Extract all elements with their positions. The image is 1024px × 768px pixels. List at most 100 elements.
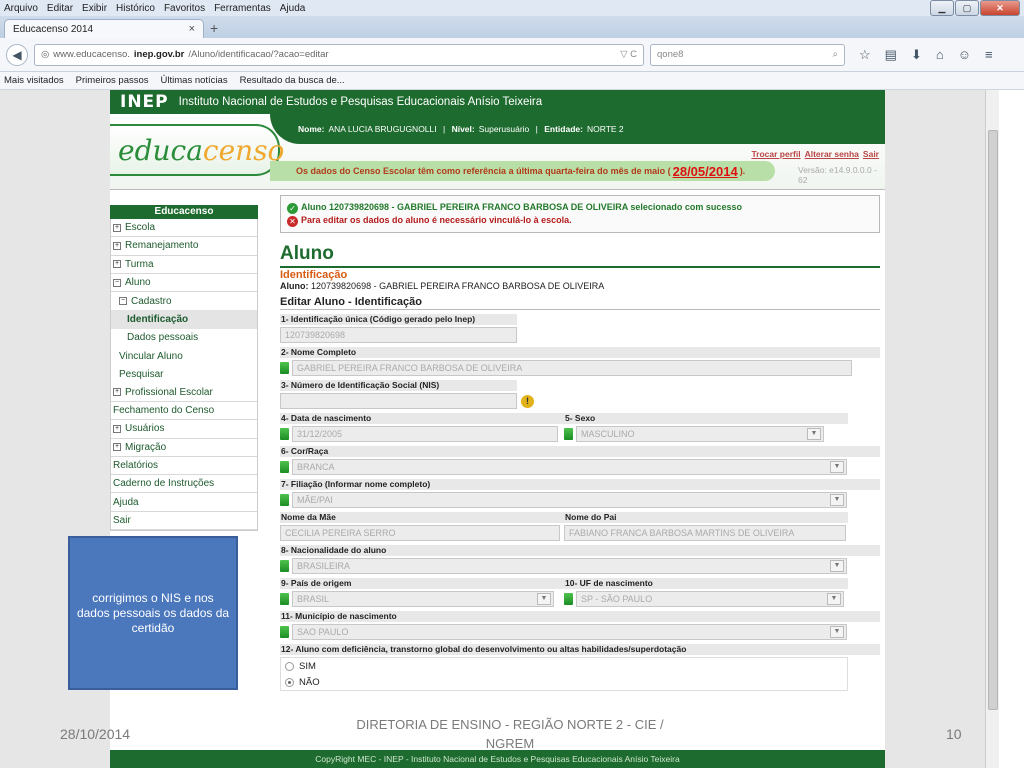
chevron-down-icon[interactable]: ▼: [807, 428, 821, 440]
url-bar[interactable]: ◎ www.educacenso. inep.gov.br/Aluno/ident…: [34, 43, 644, 66]
sidebar-item[interactable]: + Migração: [111, 438, 257, 457]
expand-icon[interactable]: +: [113, 443, 121, 452]
warning-icon[interactable]: !: [521, 394, 534, 408]
scrollbar-thumb[interactable]: [988, 130, 998, 710]
page-scrollbar[interactable]: [985, 90, 999, 768]
sidebar-item[interactable]: + Escola: [111, 219, 257, 238]
filiacao-select[interactable]: MÃE/PAI ▼: [292, 492, 847, 508]
chevron-down-icon[interactable]: ▼: [830, 494, 844, 506]
bookmark-ultimas-noticias[interactable]: Últimas notícias: [161, 75, 228, 86]
bookmark-mais-visitados[interactable]: Mais visitados: [4, 75, 64, 86]
new-tab-icon[interactable]: +: [210, 19, 218, 38]
radio-sim-circle[interactable]: [285, 661, 294, 671]
close-tab-icon[interactable]: ×: [189, 23, 195, 35]
field-6: 6- Cor/Raça BRANCA ▼: [280, 446, 880, 475]
sidebar-item[interactable]: Fechamento do Censo: [111, 401, 257, 421]
search-input[interactable]: qone8 ⌕: [650, 43, 845, 66]
url-domain: inep.gov.br: [133, 49, 185, 60]
collapse-icon[interactable]: −: [119, 297, 127, 306]
collapse-icon[interactable]: −: [113, 278, 121, 287]
nacionalidade-select[interactable]: BRASILEIRA ▼: [292, 558, 847, 574]
menu-ferramentas[interactable]: Ferramentas: [214, 3, 271, 14]
menu-historico[interactable]: Histórico: [116, 3, 155, 14]
header-links: Trocar perfil Alterar senha Sair: [751, 149, 879, 159]
sidebar-item[interactable]: − Cadastro: [111, 292, 257, 311]
sexo-select[interactable]: MASCULINO ▼: [576, 426, 824, 442]
nis-input[interactable]: [280, 393, 517, 409]
smiley-icon[interactable]: ☺: [958, 47, 971, 63]
chevron-down-icon[interactable]: ▼: [830, 461, 844, 473]
expand-icon[interactable]: +: [113, 223, 121, 232]
search-icon[interactable]: ⌕: [833, 49, 838, 60]
alterar-senha-link[interactable]: Alterar senha: [805, 149, 859, 159]
bookmarks-bar: Mais visitados Primeiros passos Últimas …: [0, 72, 1024, 90]
window-controls: ▁ ▢ ✕: [930, 0, 1020, 16]
sidebar-item[interactable]: Vincular Aluno: [111, 347, 257, 366]
nome-pai-input[interactable]: FABIANO FRANCA BARBOSA MARTINS DE OLIVEI…: [564, 525, 846, 541]
uf-nascimento-select[interactable]: SP - SÃO PAULO ▼: [576, 591, 844, 607]
home-icon[interactable]: ⌂: [936, 47, 944, 63]
sidebar-item[interactable]: Pesquisar: [111, 365, 257, 384]
back-button[interactable]: ◀: [6, 43, 28, 66]
municipio-select[interactable]: SAO PAULO ▼: [292, 624, 847, 640]
pais-origem-select[interactable]: BRASIL ▼: [292, 591, 554, 607]
close-window-button[interactable]: ✕: [980, 0, 1020, 16]
valid-icon: [280, 428, 289, 440]
star-icon[interactable]: ☆: [859, 47, 871, 63]
bookmark-primeiros-passos[interactable]: Primeiros passos: [76, 75, 149, 86]
nome-completo-input[interactable]: GABRIEL PEREIRA FRANCO BARBOSA DE OLIVEI…: [292, 360, 852, 376]
chevron-down-icon[interactable]: ▼: [830, 560, 844, 572]
expand-icon[interactable]: +: [113, 260, 121, 269]
main-content: ✓ Aluno 120739820698 - GABRIEL PEREIRA FR…: [280, 195, 880, 691]
notice-date: 28/05/2014: [672, 163, 738, 179]
minimize-button[interactable]: ▁: [930, 0, 954, 16]
chevron-down-icon[interactable]: ▼: [537, 593, 551, 605]
sidebar-item[interactable]: Relatórios: [111, 456, 257, 476]
data-nascimento-input[interactable]: 31/12/2005: [292, 426, 558, 442]
radio-nao-circle[interactable]: [285, 677, 294, 687]
expand-icon[interactable]: +: [113, 424, 121, 433]
browser-tab[interactable]: Educacenso 2014 ×: [4, 19, 204, 38]
bookmark-resultado-busca[interactable]: Resultado da busca de...: [240, 75, 345, 86]
sair-link[interactable]: Sair: [863, 149, 879, 159]
sidebar-title: Educacenso: [110, 205, 258, 219]
menu-icon[interactable]: ≡: [985, 47, 993, 63]
menu-favoritos[interactable]: Favoritos: [164, 3, 205, 14]
bookmarks-list-icon[interactable]: ▤: [885, 47, 897, 63]
sidebar-item[interactable]: Identificação: [111, 310, 257, 329]
section-title: Editar Aluno - Identificação: [280, 296, 880, 310]
maximize-button[interactable]: ▢: [955, 0, 979, 16]
cor-raca-select[interactable]: BRANCA ▼: [292, 459, 847, 475]
field-row-parents: Nome da Mãe CECILIA PEREIRA SERRO Nome d…: [280, 512, 880, 541]
valid-icon: [564, 428, 573, 440]
trocar-perfil-link[interactable]: Trocar perfil: [751, 149, 800, 159]
sidebar-item[interactable]: + Turma: [111, 255, 257, 274]
sidebar-item[interactable]: Ajuda: [111, 493, 257, 512]
nome-value: ANA LUCIA BRUGUGNOLLI: [328, 124, 437, 134]
nome-mae-input[interactable]: CECILIA PEREIRA SERRO: [280, 525, 560, 541]
sidebar-item[interactable]: − Aluno: [111, 273, 257, 293]
radio-nao[interactable]: NÃO: [281, 674, 847, 690]
field-3: 3- Número de Identificação Social (NIS) …: [280, 380, 880, 409]
sidebar-item[interactable]: + Remanejamento: [111, 237, 257, 256]
reload-icon[interactable]: ▽ C: [620, 49, 637, 60]
menu-exibir[interactable]: Exibir: [82, 3, 107, 14]
sidebar-item[interactable]: Caderno de Instruções: [111, 475, 257, 494]
sidebar-item[interactable]: Dados pessoais: [111, 328, 257, 348]
chevron-down-icon[interactable]: ▼: [827, 593, 841, 605]
sidebar-item-label: Fechamento do Censo: [113, 405, 215, 417]
radio-sim[interactable]: SIM: [281, 658, 847, 674]
sidebar-item[interactable]: + Usuários: [111, 420, 257, 439]
aluno-label: Aluno:: [280, 281, 309, 291]
download-icon[interactable]: ⬇: [911, 47, 922, 63]
menu-editar[interactable]: Editar: [47, 3, 73, 14]
version-text: Versão: e14.9.0.0.0 - 62: [798, 165, 877, 185]
menu-arquivo[interactable]: Arquivo: [4, 3, 38, 14]
expand-icon[interactable]: +: [113, 388, 121, 397]
menu-ajuda[interactable]: Ajuda: [280, 3, 306, 14]
expand-icon[interactable]: +: [113, 241, 121, 250]
chevron-down-icon[interactable]: ▼: [830, 626, 844, 638]
sidebar-item[interactable]: + Profissional Escolar: [111, 383, 257, 402]
inep-code-input[interactable]: 120739820698: [280, 327, 517, 343]
sidebar-item[interactable]: Sair: [111, 511, 257, 531]
